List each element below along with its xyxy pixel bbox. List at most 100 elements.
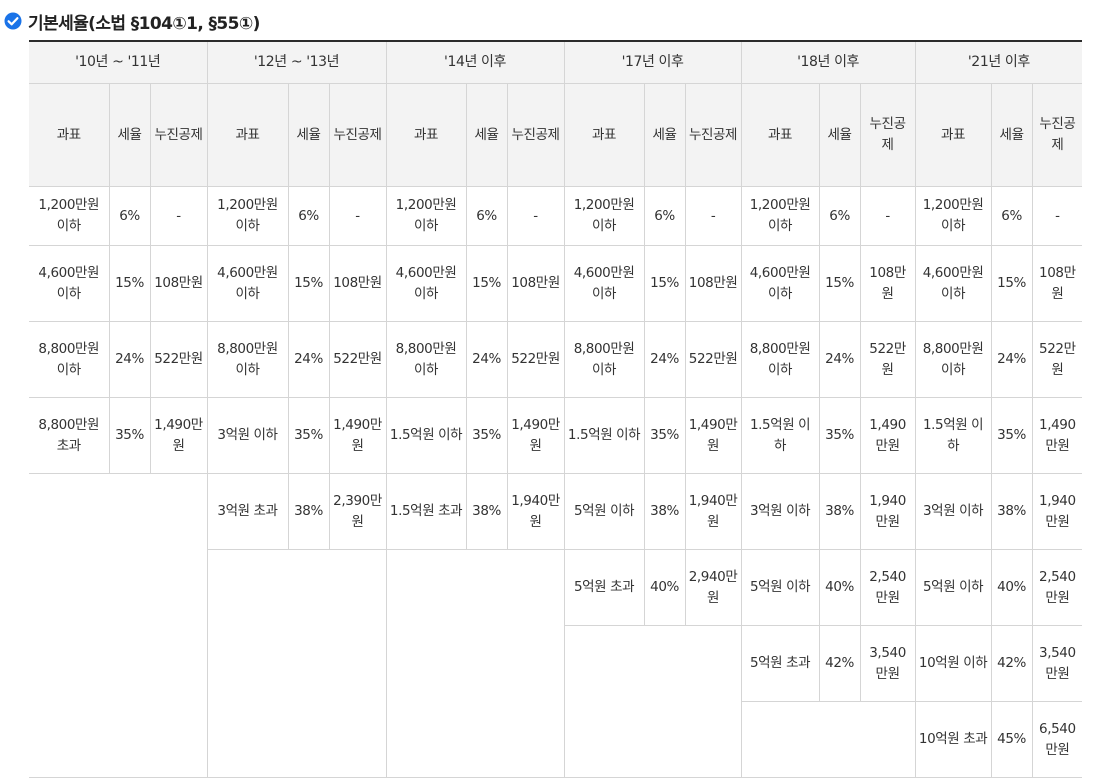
deduction-cell: - <box>149 186 208 246</box>
tax-rate-cell: 15% <box>465 245 508 322</box>
tax-rate-cell: 6% <box>287 186 330 246</box>
deduction-cell: - <box>684 186 742 246</box>
table-row: 1,200만원 이하 6% -1,200만원 이하 6% -1,200만원 이하 6% -1… <box>29 186 1083 246</box>
tax-base-cell: 1,200만원 이하 <box>206 186 289 246</box>
tax-rate-header: 세율 <box>287 83 330 187</box>
table-row: 8,800만원 이하 24% 522만원 8,800만원 이하 24% 522만원 8,80… <box>29 321 1083 398</box>
table-row: 8,800만원 초과 35% 1,490만원 3억원 이하 35% 1,490만원 1.5억… <box>29 397 1083 474</box>
tax-base-cell: 1.5억원 초과 <box>385 473 467 550</box>
tax-rate-cell: 24% <box>990 321 1033 398</box>
tax-rate-header: 세율 <box>643 83 686 187</box>
deduction-cell: 108만원 <box>328 245 387 322</box>
tax-rate-cell: 15% <box>818 245 861 322</box>
tax-rate-cell: 40% <box>643 549 686 626</box>
tax-base-header: 과표 <box>740 83 820 187</box>
tax-base-cell: 3억원 초과 <box>206 473 289 550</box>
check-circle-icon <box>4 12 22 30</box>
tax-base-cell: 1,200만원 이하 <box>563 186 645 246</box>
tax-rate-table: '10년 ~ '11년 '12년 ~ '13년 '14년 이후 '17년 이후 … <box>29 40 1083 778</box>
tax-base-cell: 1.5억원 이하 <box>914 397 992 474</box>
tax-rate-header: 세율 <box>990 83 1033 187</box>
column-header-row: 과표 세율 누진공제 과표 세율 누진공제 과표 세율 누진공제 과표 세율 누… <box>29 83 1083 187</box>
empty-cell <box>385 549 565 778</box>
tax-rate-cell: 15% <box>108 245 151 322</box>
deduction-cell: - <box>506 186 565 246</box>
period-header: '10년 ~ '11년 <box>29 41 208 84</box>
tax-base-cell: 8,800만원 초과 <box>29 397 110 474</box>
deduction-cell: 1,490만원 <box>859 397 916 474</box>
tax-base-cell: 4,600만원 이하 <box>563 245 645 322</box>
period-header: '21년 이후 <box>914 41 1083 84</box>
tax-rate-cell: 38% <box>465 473 508 550</box>
tax-rate-cell: 38% <box>643 473 686 550</box>
deduction-cell: 108만원 <box>149 245 208 322</box>
tax-rate-cell: 38% <box>818 473 861 550</box>
deduction-cell: 522만원 <box>859 321 916 398</box>
tax-rate-cell: 24% <box>643 321 686 398</box>
tax-rate-cell: 40% <box>990 549 1033 626</box>
tax-base-cell: 1,200만원 이하 <box>740 186 820 246</box>
tax-base-cell: 3억원 이하 <box>740 473 820 550</box>
deduction-cell: 108만원 <box>506 245 565 322</box>
tax-base-cell: 4,600만원 이하 <box>29 245 110 322</box>
deduction-cell: 1,940만원 <box>859 473 916 550</box>
tax-base-cell: 8,800만원 이하 <box>740 321 820 398</box>
deduction-cell: 2,540만원 <box>1031 549 1083 626</box>
tax-base-cell: 4,600만원 이하 <box>740 245 820 322</box>
tax-base-cell: 4,600만원 이하 <box>385 245 467 322</box>
empty-cell <box>564 625 742 778</box>
period-header: '14년 이후 <box>385 41 565 84</box>
deduction-cell: 522만원 <box>1031 321 1083 398</box>
deduction-cell: 522만원 <box>506 321 565 398</box>
tax-base-cell: 4,600만원 이하 <box>914 245 992 322</box>
tax-rate-cell: 6% <box>818 186 861 246</box>
deduction-cell: 522만원 <box>149 321 208 398</box>
tax-rate-cell: 24% <box>287 321 330 398</box>
tax-rate-cell: 35% <box>818 397 861 474</box>
tax-rate-cell: 6% <box>990 186 1033 246</box>
period-header: '12년 ~ '13년 <box>206 41 387 84</box>
deduction-cell: 2,540만원 <box>859 549 916 626</box>
deduction-cell: 3,540만원 <box>1031 625 1083 702</box>
tax-base-header: 과표 <box>914 83 992 187</box>
tax-base-cell: 1,200만원 이하 <box>385 186 467 246</box>
deduction-cell: 6,540만원 <box>1031 701 1083 778</box>
tax-rate-cell: 42% <box>818 625 861 702</box>
deduction-cell: 2,940만원 <box>684 549 742 626</box>
tax-rate-cell: 15% <box>643 245 686 322</box>
deduction-cell: 108만원 <box>1031 245 1083 322</box>
tax-base-cell: 8,800만원 이하 <box>29 321 110 398</box>
tax-base-cell: 8,800만원 이하 <box>385 321 467 398</box>
deduction-cell: 1,940만원 <box>684 473 742 550</box>
tax-base-cell: 10억원 초과 <box>914 701 992 778</box>
tax-base-header: 과표 <box>206 83 289 187</box>
deduction-header: 누진공제 <box>684 83 742 187</box>
deduction-header: 누진공제 <box>506 83 565 187</box>
tax-base-cell: 1,200만원 이하 <box>914 186 992 246</box>
table-row: 4,600만원 이하 15% 108만원 4,600만원 이하 15% 108만원 4,60… <box>29 245 1083 322</box>
tax-base-cell: 1,200만원 이하 <box>29 186 110 246</box>
deduction-cell: 1,940만원 <box>506 473 565 550</box>
tax-rate-cell: 35% <box>990 397 1033 474</box>
tax-rate-cell: 38% <box>990 473 1033 550</box>
deduction-cell: 1,490만원 <box>149 397 208 474</box>
tax-rate-cell: 15% <box>990 245 1033 322</box>
tax-base-cell: 1.5억원 이하 <box>740 397 820 474</box>
tax-rate-cell: 35% <box>108 397 151 474</box>
tax-rate-cell: 35% <box>643 397 686 474</box>
deduction-cell: 522만원 <box>684 321 742 398</box>
deduction-cell: 2,390만원 <box>328 473 387 550</box>
tax-base-cell: 4,600만원 이하 <box>206 245 289 322</box>
deduction-header: 누진공제 <box>328 83 387 187</box>
tax-table-body: 1,200만원 이하 6% -1,200만원 이하 6% -1,200만원 이하 6% -1… <box>29 186 1083 778</box>
deduction-header: 누진공제 <box>149 83 208 187</box>
deduction-header: 누진공제 <box>859 83 916 187</box>
tax-rate-cell: 42% <box>990 625 1033 702</box>
tax-base-cell: 5억원 초과 <box>740 625 820 702</box>
table-row: 3억원 초과 38% 2,390만원 1.5억원 초과 38% 1,940만원 5억원 이하… <box>29 473 1083 778</box>
tax-rate-cell: 6% <box>465 186 508 246</box>
tax-rate-cell: 45% <box>990 701 1033 778</box>
period-header: '18년 이후 <box>740 41 916 84</box>
deduction-cell: - <box>328 186 387 246</box>
tax-rate-cell: 6% <box>108 186 151 246</box>
